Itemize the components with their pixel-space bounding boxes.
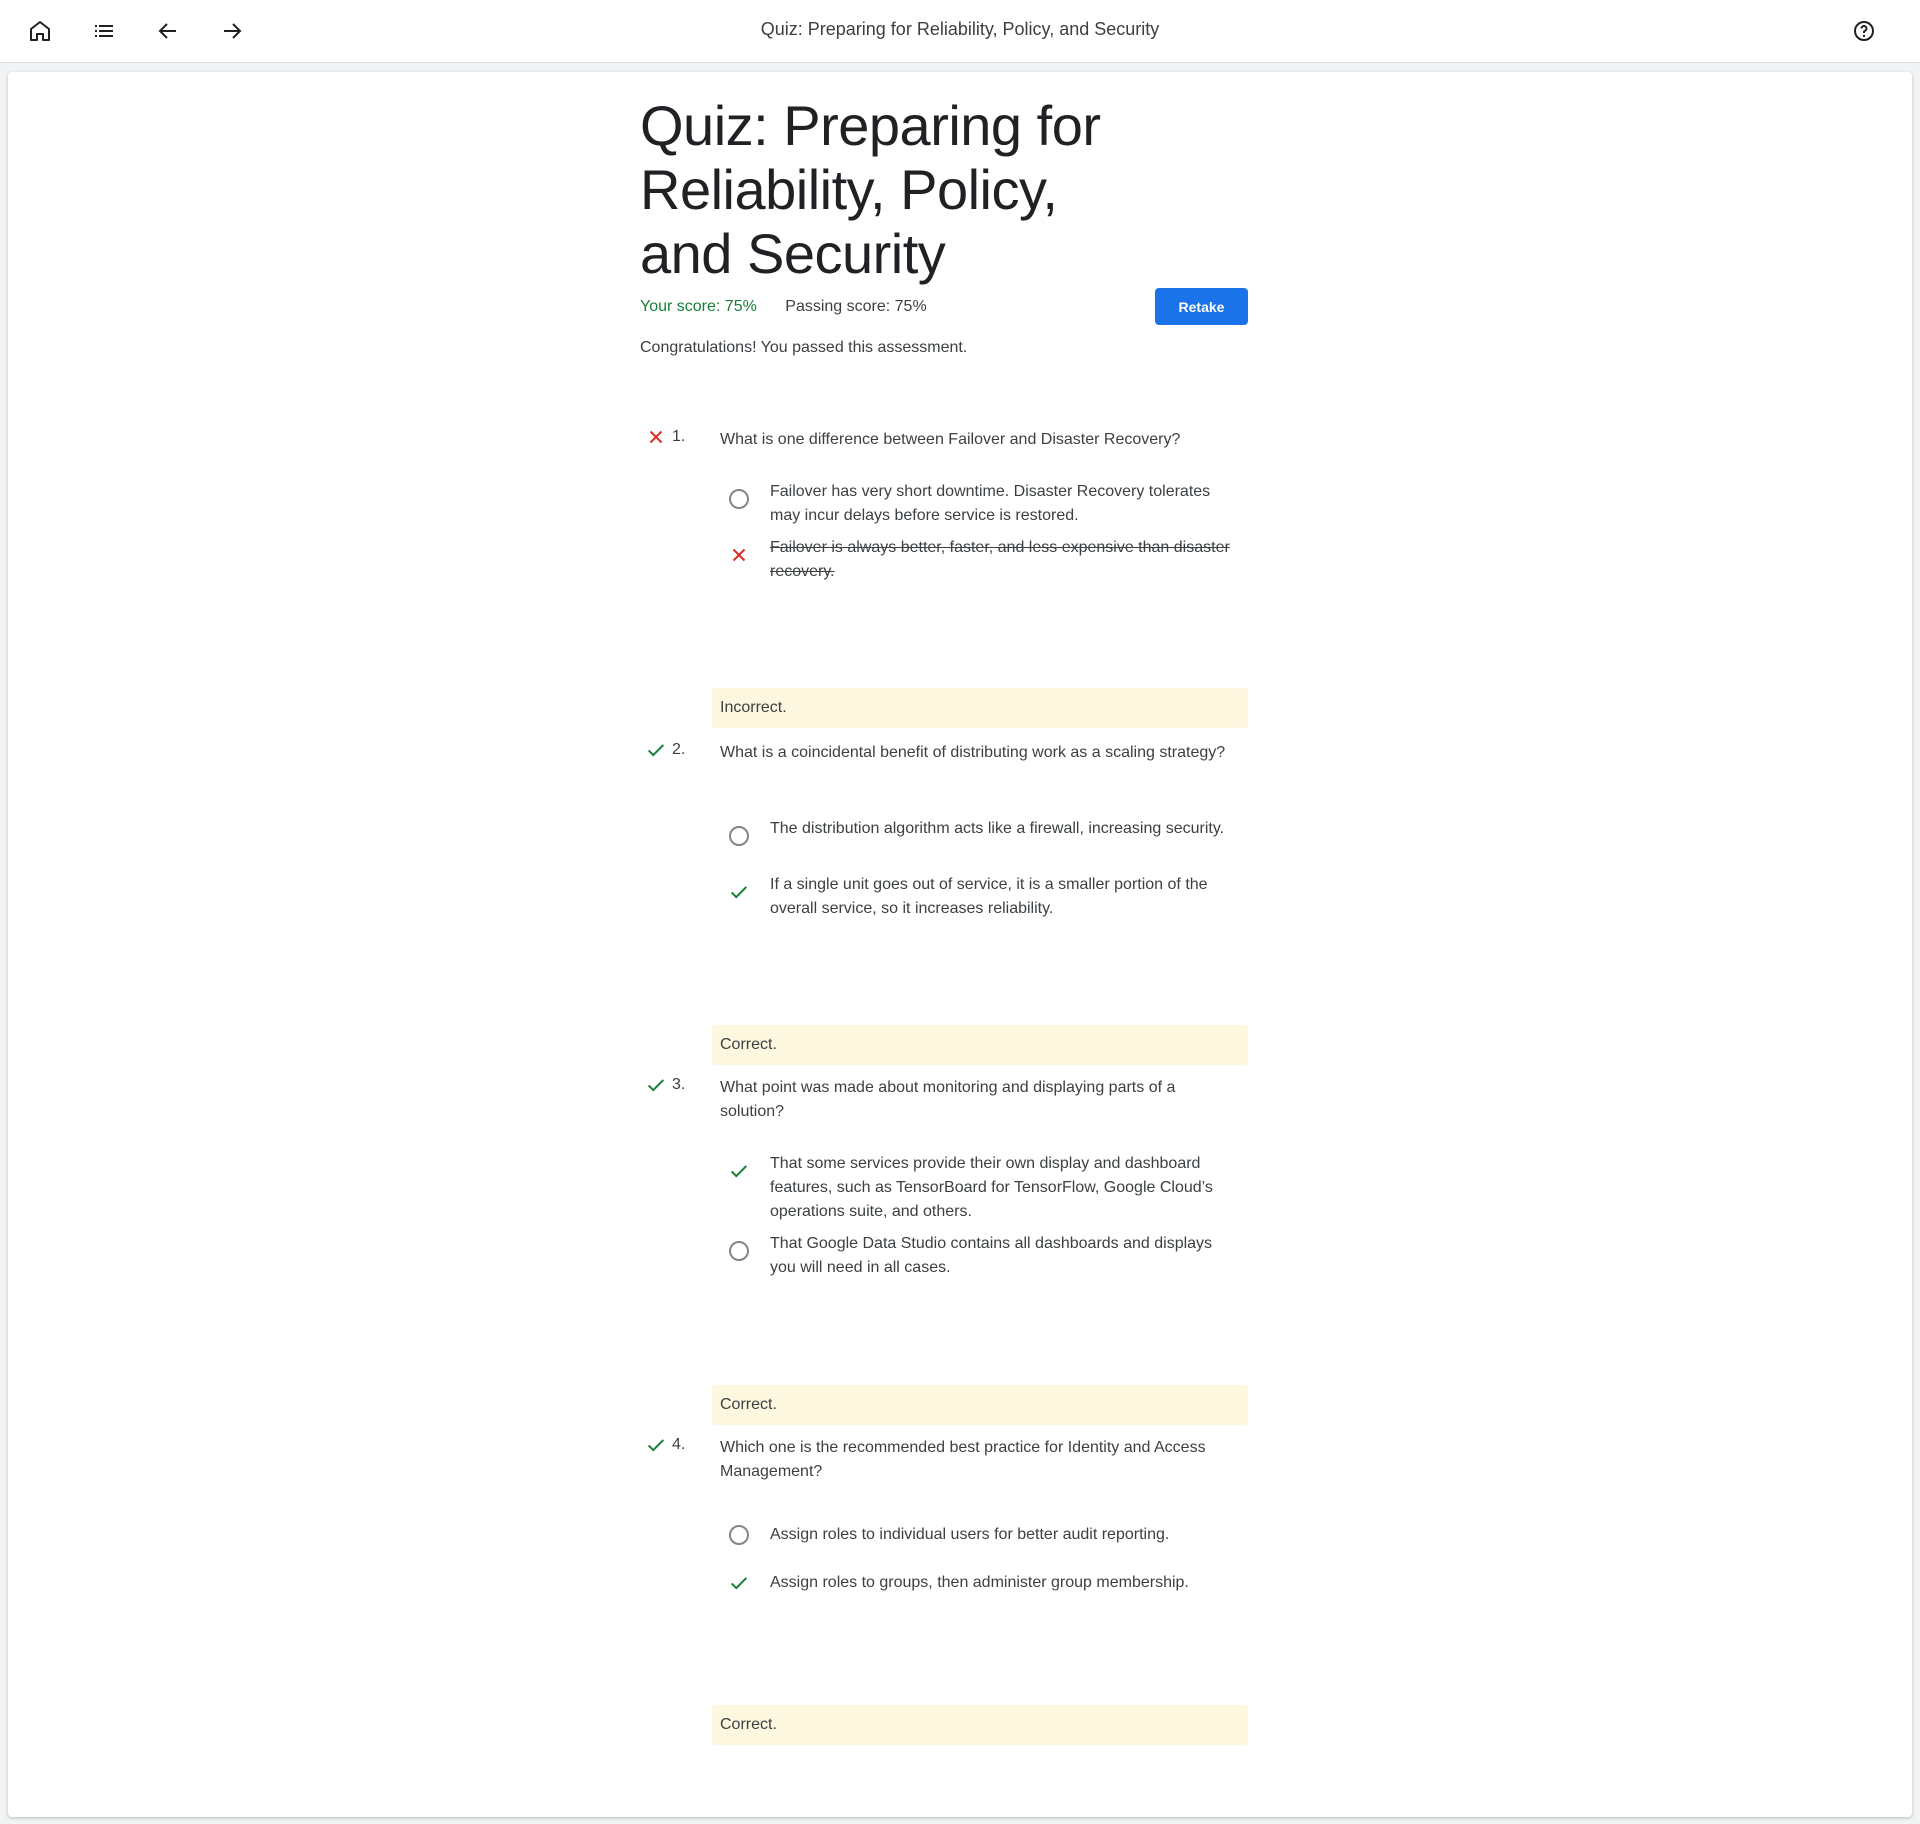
help-icon[interactable] [1849,16,1879,46]
correct-check-icon [728,1160,750,1182]
answer-option-selected[interactable]: That some services provide their own dis… [728,1152,1228,1226]
your-score: Your score: 75% [640,298,757,315]
quiz-card: Quiz: Preparing for Reliability, Policy,… [8,72,1912,1817]
answer-option[interactable]: The distribution algorithm acts like a f… [728,817,1228,867]
radio-button[interactable] [729,1241,749,1261]
correct-check-icon [645,1434,667,1456]
answer-text: Failover has very short downtime. Disast… [770,483,1211,524]
incorrect-x-icon [645,426,667,448]
answer-text: Failover is always better, faster, and l… [770,539,1230,580]
answer-text: The distribution algorithm acts like a f… [770,820,1225,837]
answer-option[interactable]: That Google Data Studio contains all das… [728,1232,1228,1282]
question-text: What point was made about monitoring and… [720,1079,1176,1120]
answer-option[interactable]: Assign roles to individual users for bet… [728,1523,1228,1573]
page-title: Quiz: Preparing for Reliability, Policy,… [640,94,1101,285]
answer-text: Assign roles to groups, then administer … [770,1574,1189,1591]
topbar-title: Quiz: Preparing for Reliability, Policy,… [760,19,1160,39]
correct-check-icon [728,1572,750,1594]
answer-text: That some services provide their own dis… [770,1155,1213,1220]
question-number: 1. [672,428,686,445]
radio-button[interactable] [729,489,749,509]
question-number: 2. [672,741,686,758]
answer-text: That Google Data Studio contains all das… [770,1235,1213,1276]
feedback-box: Correct. [712,1385,1248,1425]
answer-text: Assign roles to individual users for bet… [770,1526,1170,1543]
question-text: Which one is the recommended best practi… [720,1439,1206,1480]
correct-check-icon [645,739,667,761]
answer-option-selected[interactable]: Assign roles to groups, then administer … [728,1571,1228,1621]
score-row: Your score: 75% Passing score: 75% [640,298,927,316]
passing-score: Passing score: 75% [785,298,927,315]
feedback-box: Correct. [712,1705,1248,1745]
incorrect-x-icon [728,544,750,566]
retake-button[interactable]: Retake [1155,288,1248,325]
answer-option-selected[interactable]: Failover is always better, faster, and l… [728,536,1230,586]
correct-check-icon [728,881,750,903]
answer-option[interactable]: Failover has very short downtime. Disast… [728,480,1228,530]
result-message: Congratulations! You passed this assessm… [640,339,968,356]
question-number: 3. [672,1076,686,1093]
question-number: 4. [672,1436,686,1453]
question-text: What is a coincidental benefit of distri… [720,744,1226,761]
answer-text: If a single unit goes out of service, it… [770,876,1208,917]
radio-button[interactable] [729,826,749,846]
feedback-box: Incorrect. [712,688,1248,728]
radio-button[interactable] [729,1525,749,1545]
top-bar: Quiz: Preparing for Reliability, Policy,… [0,0,1920,63]
feedback-box: Correct. [712,1025,1248,1065]
question-text: What is one difference between Failover … [720,431,1181,448]
correct-check-icon [645,1074,667,1096]
answer-option-selected[interactable]: If a single unit goes out of service, it… [728,873,1228,923]
